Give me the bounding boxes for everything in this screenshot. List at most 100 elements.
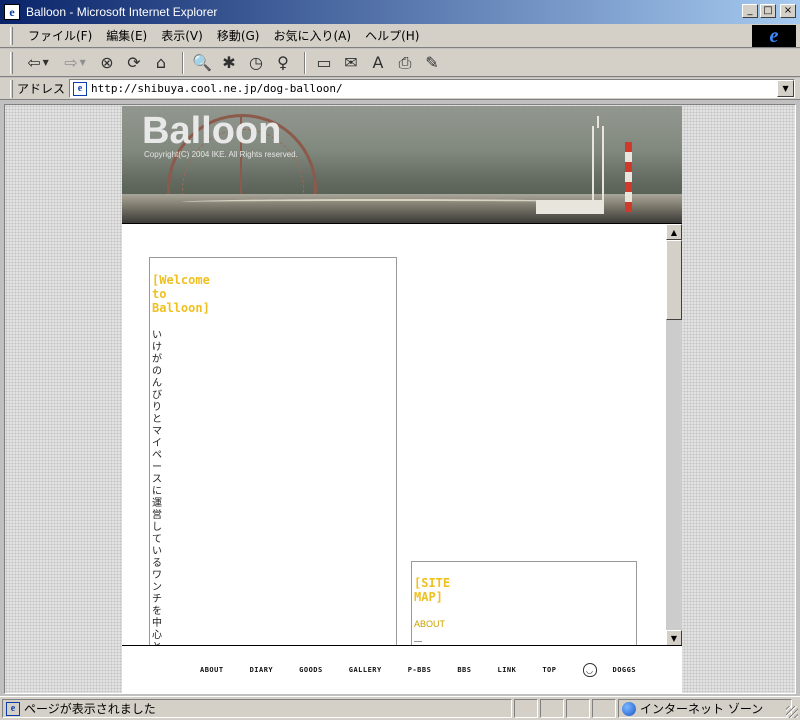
internet-zone-icon xyxy=(622,701,636,716)
footer-nav-bar: ABOUT DIARY GOODS GALLERY P-BBS BBS LINK… xyxy=(122,645,682,693)
frame-scrollbar[interactable]: ▲ ▼ xyxy=(666,224,682,645)
nav-diary[interactable]: DIARY xyxy=(250,666,274,674)
refresh-button[interactable]: ⟳ xyxy=(122,51,146,75)
toolbar-separator xyxy=(304,51,306,74)
print-icon: ⎙ xyxy=(398,52,412,72)
web-page: Balloon Copyright(C) 2004 IKE. All Right… xyxy=(122,106,682,693)
status-bar: e ページが表示されました インターネット ゾーン xyxy=(0,696,800,720)
zone-text: インターネット ゾーン xyxy=(640,702,764,716)
back-icon: ⇦ xyxy=(27,53,41,72)
stop-icon: ⊗ xyxy=(100,53,114,72)
forward-button[interactable]: ⇨ ▼ xyxy=(58,51,92,75)
status-text: ページが表示されました xyxy=(24,702,156,716)
ie-logo-icon: e xyxy=(769,24,779,47)
fullscreen-button[interactable]: ▭ xyxy=(312,51,336,75)
search-icon: 🔍 xyxy=(192,53,212,72)
minimize-button[interactable]: _ xyxy=(742,4,758,18)
site-title: Balloon xyxy=(142,110,282,152)
stop-button[interactable]: ⊗ xyxy=(95,51,119,75)
status-pane-empty-4 xyxy=(592,699,616,718)
font-icon: A xyxy=(372,53,384,72)
nav-link[interactable]: LINK xyxy=(497,666,516,674)
dog-face-icon[interactable]: ◡ xyxy=(582,663,597,677)
nav-top[interactable]: TOP xyxy=(542,666,556,674)
welcome-title: [Welcome to Balloon] xyxy=(152,273,210,315)
scroll-up-button[interactable]: ▲ xyxy=(666,224,682,240)
favorites-button[interactable]: ✱ xyxy=(217,51,241,75)
copyright-text: Copyright(C) 2004 IKE. All Rights reserv… xyxy=(144,150,298,159)
back-button[interactable]: ⇦ ▼ xyxy=(21,51,55,75)
edit-icon: ✎ xyxy=(425,53,439,72)
forward-dropdown-icon[interactable]: ▼ xyxy=(80,58,86,67)
address-dropdown-icon[interactable]: ▼ xyxy=(777,80,795,97)
address-grip[interactable] xyxy=(10,79,13,98)
standard-toolbar: ⇦ ▼ ⇨ ▼ ⊗ ⟳ ⌂ 🔍 ✱ ◷ ♀ ▭ ✉ A ⎙ ✎ xyxy=(0,49,800,77)
browser-viewport: Balloon Copyright(C) 2004 IKE. All Right… xyxy=(4,104,796,694)
address-input[interactable]: e http://shibuya.cool.ne.jp/dog-balloon/… xyxy=(69,79,796,98)
forward-icon: ⇨ xyxy=(64,53,78,72)
content-frame: [Welcome to Balloon] いけがのんびりとマイペースに運営してい… xyxy=(122,223,682,645)
refresh-icon: ⟳ xyxy=(127,53,141,72)
menu-view[interactable]: 表示(V) xyxy=(154,27,210,44)
channels-button[interactable]: ♀ xyxy=(271,51,295,75)
font-button[interactable]: A xyxy=(366,51,390,75)
nav-pbbs[interactable]: P-BBS xyxy=(408,666,432,674)
status-pane-empty-1 xyxy=(514,699,538,718)
close-button[interactable]: × xyxy=(780,4,796,18)
window-controls: _ □ × xyxy=(742,4,796,18)
banner-bridge xyxy=(182,199,582,205)
resize-grip[interactable] xyxy=(786,706,798,718)
back-dropdown-icon[interactable]: ▼ xyxy=(43,58,49,67)
menu-help[interactable]: ヘルプ(H) xyxy=(358,27,426,44)
history-button[interactable]: ◷ xyxy=(244,51,268,75)
page-icon: e xyxy=(73,81,88,96)
address-url[interactable]: http://shibuya.cool.ne.jp/dog-balloon/ xyxy=(91,82,343,95)
nav-gallery[interactable]: GALLERY xyxy=(349,666,382,674)
menu-favorites[interactable]: お気に入り(A) xyxy=(266,27,358,44)
edit-button[interactable]: ✎ xyxy=(420,51,444,75)
nav-about[interactable]: ABOUT xyxy=(200,666,224,674)
welcome-box: [Welcome to Balloon] いけがのんびりとマイペースに運営してい… xyxy=(149,257,397,645)
sitemap-box: [SITE MAP] ABOUT xyxy=(411,561,637,645)
home-icon: ⌂ xyxy=(155,53,167,72)
menu-bar: ファイル(F) 編集(E) 表示(V) 移動(G) お気に入り(A) ヘルプ(H… xyxy=(0,24,800,48)
channels-icon: ♀ xyxy=(277,53,289,72)
address-bar: アドレス e http://shibuya.cool.ne.jp/dog-bal… xyxy=(0,78,800,100)
window-title: Balloon - Microsoft Internet Explorer xyxy=(26,5,218,19)
nav-bbs[interactable]: BBS xyxy=(457,666,471,674)
status-pane-empty-3 xyxy=(566,699,590,718)
menu-grip[interactable] xyxy=(10,26,13,45)
print-button[interactable]: ⎙ xyxy=(393,51,417,75)
header-banner: Balloon Copyright(C) 2004 IKE. All Right… xyxy=(122,106,682,223)
menu-go[interactable]: 移動(G) xyxy=(210,27,267,44)
search-button[interactable]: 🔍 xyxy=(190,51,214,75)
sitemap-divider xyxy=(414,641,422,642)
mail-button[interactable]: ✉ xyxy=(339,51,363,75)
address-label: アドレス xyxy=(17,82,66,96)
home-button[interactable]: ⌂ xyxy=(149,51,173,75)
history-icon: ◷ xyxy=(249,53,263,72)
status-pane-empty-2 xyxy=(540,699,564,718)
menu-file[interactable]: ファイル(F) xyxy=(21,27,99,44)
security-zone-pane: インターネット ゾーン xyxy=(618,699,792,718)
mail-icon: ✉ xyxy=(344,53,358,72)
menu-edit[interactable]: 編集(E) xyxy=(99,27,154,44)
banner-chimney xyxy=(625,142,632,212)
favorites-icon: ✱ xyxy=(222,53,236,72)
toolbar-grip[interactable] xyxy=(10,51,13,74)
scroll-thumb[interactable] xyxy=(666,240,682,320)
maximize-button[interactable]: □ xyxy=(760,4,776,18)
nav-goods[interactable]: GOODS xyxy=(299,666,323,674)
welcome-body: いけがのんびりとマイペースに運営しているワンチを中心とした趣 xyxy=(152,330,162,645)
fullscreen-icon: ▭ xyxy=(316,53,332,72)
ie-brand-logo: e xyxy=(752,25,796,47)
footer-nav: ABOUT DIARY GOODS GALLERY P-BBS BBS LINK… xyxy=(200,663,662,677)
sitemap-title: [SITE MAP] xyxy=(414,576,451,604)
sitemap-link-about[interactable]: ABOUT xyxy=(414,619,445,629)
ie-window-icon[interactable]: e xyxy=(4,4,20,20)
banner-tower xyxy=(592,116,604,206)
scroll-down-button[interactable]: ▼ xyxy=(666,630,682,645)
toolbar-separator xyxy=(182,51,184,74)
title-bar: e Balloon - Microsoft Internet Explorer … xyxy=(0,0,800,24)
nav-doggs[interactable]: DOGGS xyxy=(613,666,637,674)
